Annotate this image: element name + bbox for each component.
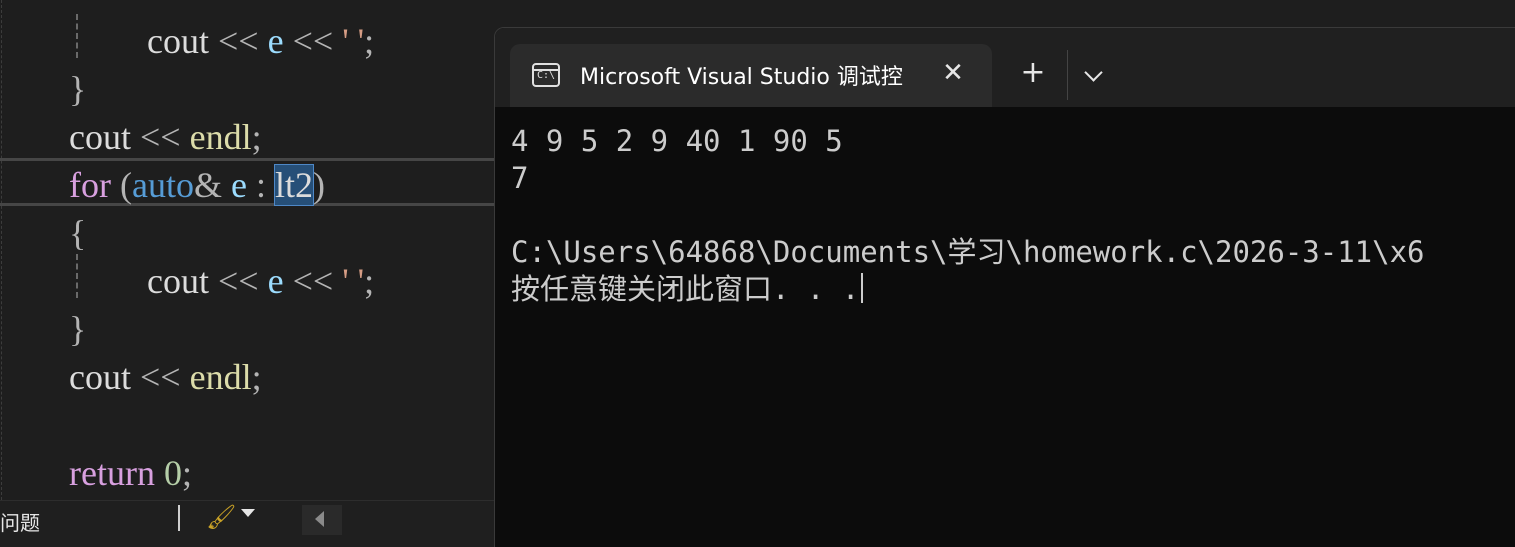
problems-label[interactable]: 问题 xyxy=(0,507,40,536)
console-line: 按任意键关闭此窗口. . . xyxy=(511,271,1515,308)
code-token: << xyxy=(208,21,268,61)
code-token: ' ' xyxy=(342,261,365,301)
code-token: endl xyxy=(189,117,252,157)
code-token: cout xyxy=(69,357,131,397)
code-token: ; xyxy=(364,261,375,301)
code-token: ' ' xyxy=(342,21,365,61)
code-token: endl xyxy=(189,357,252,397)
code-token: << xyxy=(130,117,190,157)
code-token: << xyxy=(283,261,343,301)
indent-guide xyxy=(76,254,78,298)
code-token: ; xyxy=(251,357,262,397)
console-line: C:\Users\64868\Documents\学习\homework.c\2… xyxy=(511,235,1425,269)
code-token: ; xyxy=(251,117,262,157)
code-token: ( xyxy=(110,165,132,205)
code-token: cout xyxy=(147,261,209,301)
code-token: } xyxy=(69,69,87,109)
console-line: 4 9 5 2 9 40 1 90 5 xyxy=(511,124,843,158)
outline-margin xyxy=(1,0,2,500)
debug-console-window[interactable]: C:\ Microsoft Visual Studio 调试控 ✕ + 4 9 … xyxy=(494,27,1515,547)
code-token: { xyxy=(69,213,87,253)
code-token: << xyxy=(283,21,343,61)
code-token: << xyxy=(130,357,190,397)
code-token: 0 xyxy=(163,453,182,493)
code-token: e xyxy=(267,21,284,61)
code-token: cout xyxy=(69,117,131,157)
scroll-left-icon[interactable] xyxy=(315,511,324,527)
tab-title: Microsoft Visual Studio 调试控 xyxy=(580,65,903,90)
brush-icon[interactable]: 🖌 xyxy=(206,503,236,531)
code-token: for xyxy=(69,165,111,205)
terminal-titlebar: C:\ Microsoft Visual Studio 调试控 ✕ + xyxy=(495,28,1515,107)
code-token: e xyxy=(230,165,247,205)
code-token: return xyxy=(69,453,155,493)
code-token: ; xyxy=(181,453,192,493)
chevron-down-icon[interactable] xyxy=(241,509,255,517)
terminal-icon: C:\ xyxy=(532,63,560,87)
code-token: auto xyxy=(131,165,194,205)
console-output[interactable]: 4 9 5 2 9 40 1 90 5 7 C:\Users\64868\Docum… xyxy=(511,123,1515,308)
desktop: cout << e << ' ';} cout << endl; for (auto… xyxy=(0,0,1515,547)
code-token: lt2 xyxy=(273,164,315,206)
code-token: e xyxy=(267,261,284,301)
text-cursor xyxy=(861,273,864,303)
code-token: cout xyxy=(147,21,209,61)
code-token: ) xyxy=(313,165,325,205)
code-token: : xyxy=(246,165,275,205)
code-token: << xyxy=(208,261,268,301)
indent-guide xyxy=(76,14,78,58)
code-token: } xyxy=(69,309,87,349)
new-tab-button[interactable]: + xyxy=(1018,58,1048,88)
close-icon[interactable]: ✕ xyxy=(938,58,968,88)
console-line: 7 xyxy=(511,161,529,195)
separator xyxy=(178,505,180,531)
code-token: ; xyxy=(364,21,375,61)
chevron-down-icon[interactable] xyxy=(1079,60,1109,90)
separator xyxy=(1067,50,1068,100)
code-token: & xyxy=(193,165,231,205)
tab-debug-console[interactable]: C:\ Microsoft Visual Studio 调试控 ✕ xyxy=(510,44,992,107)
